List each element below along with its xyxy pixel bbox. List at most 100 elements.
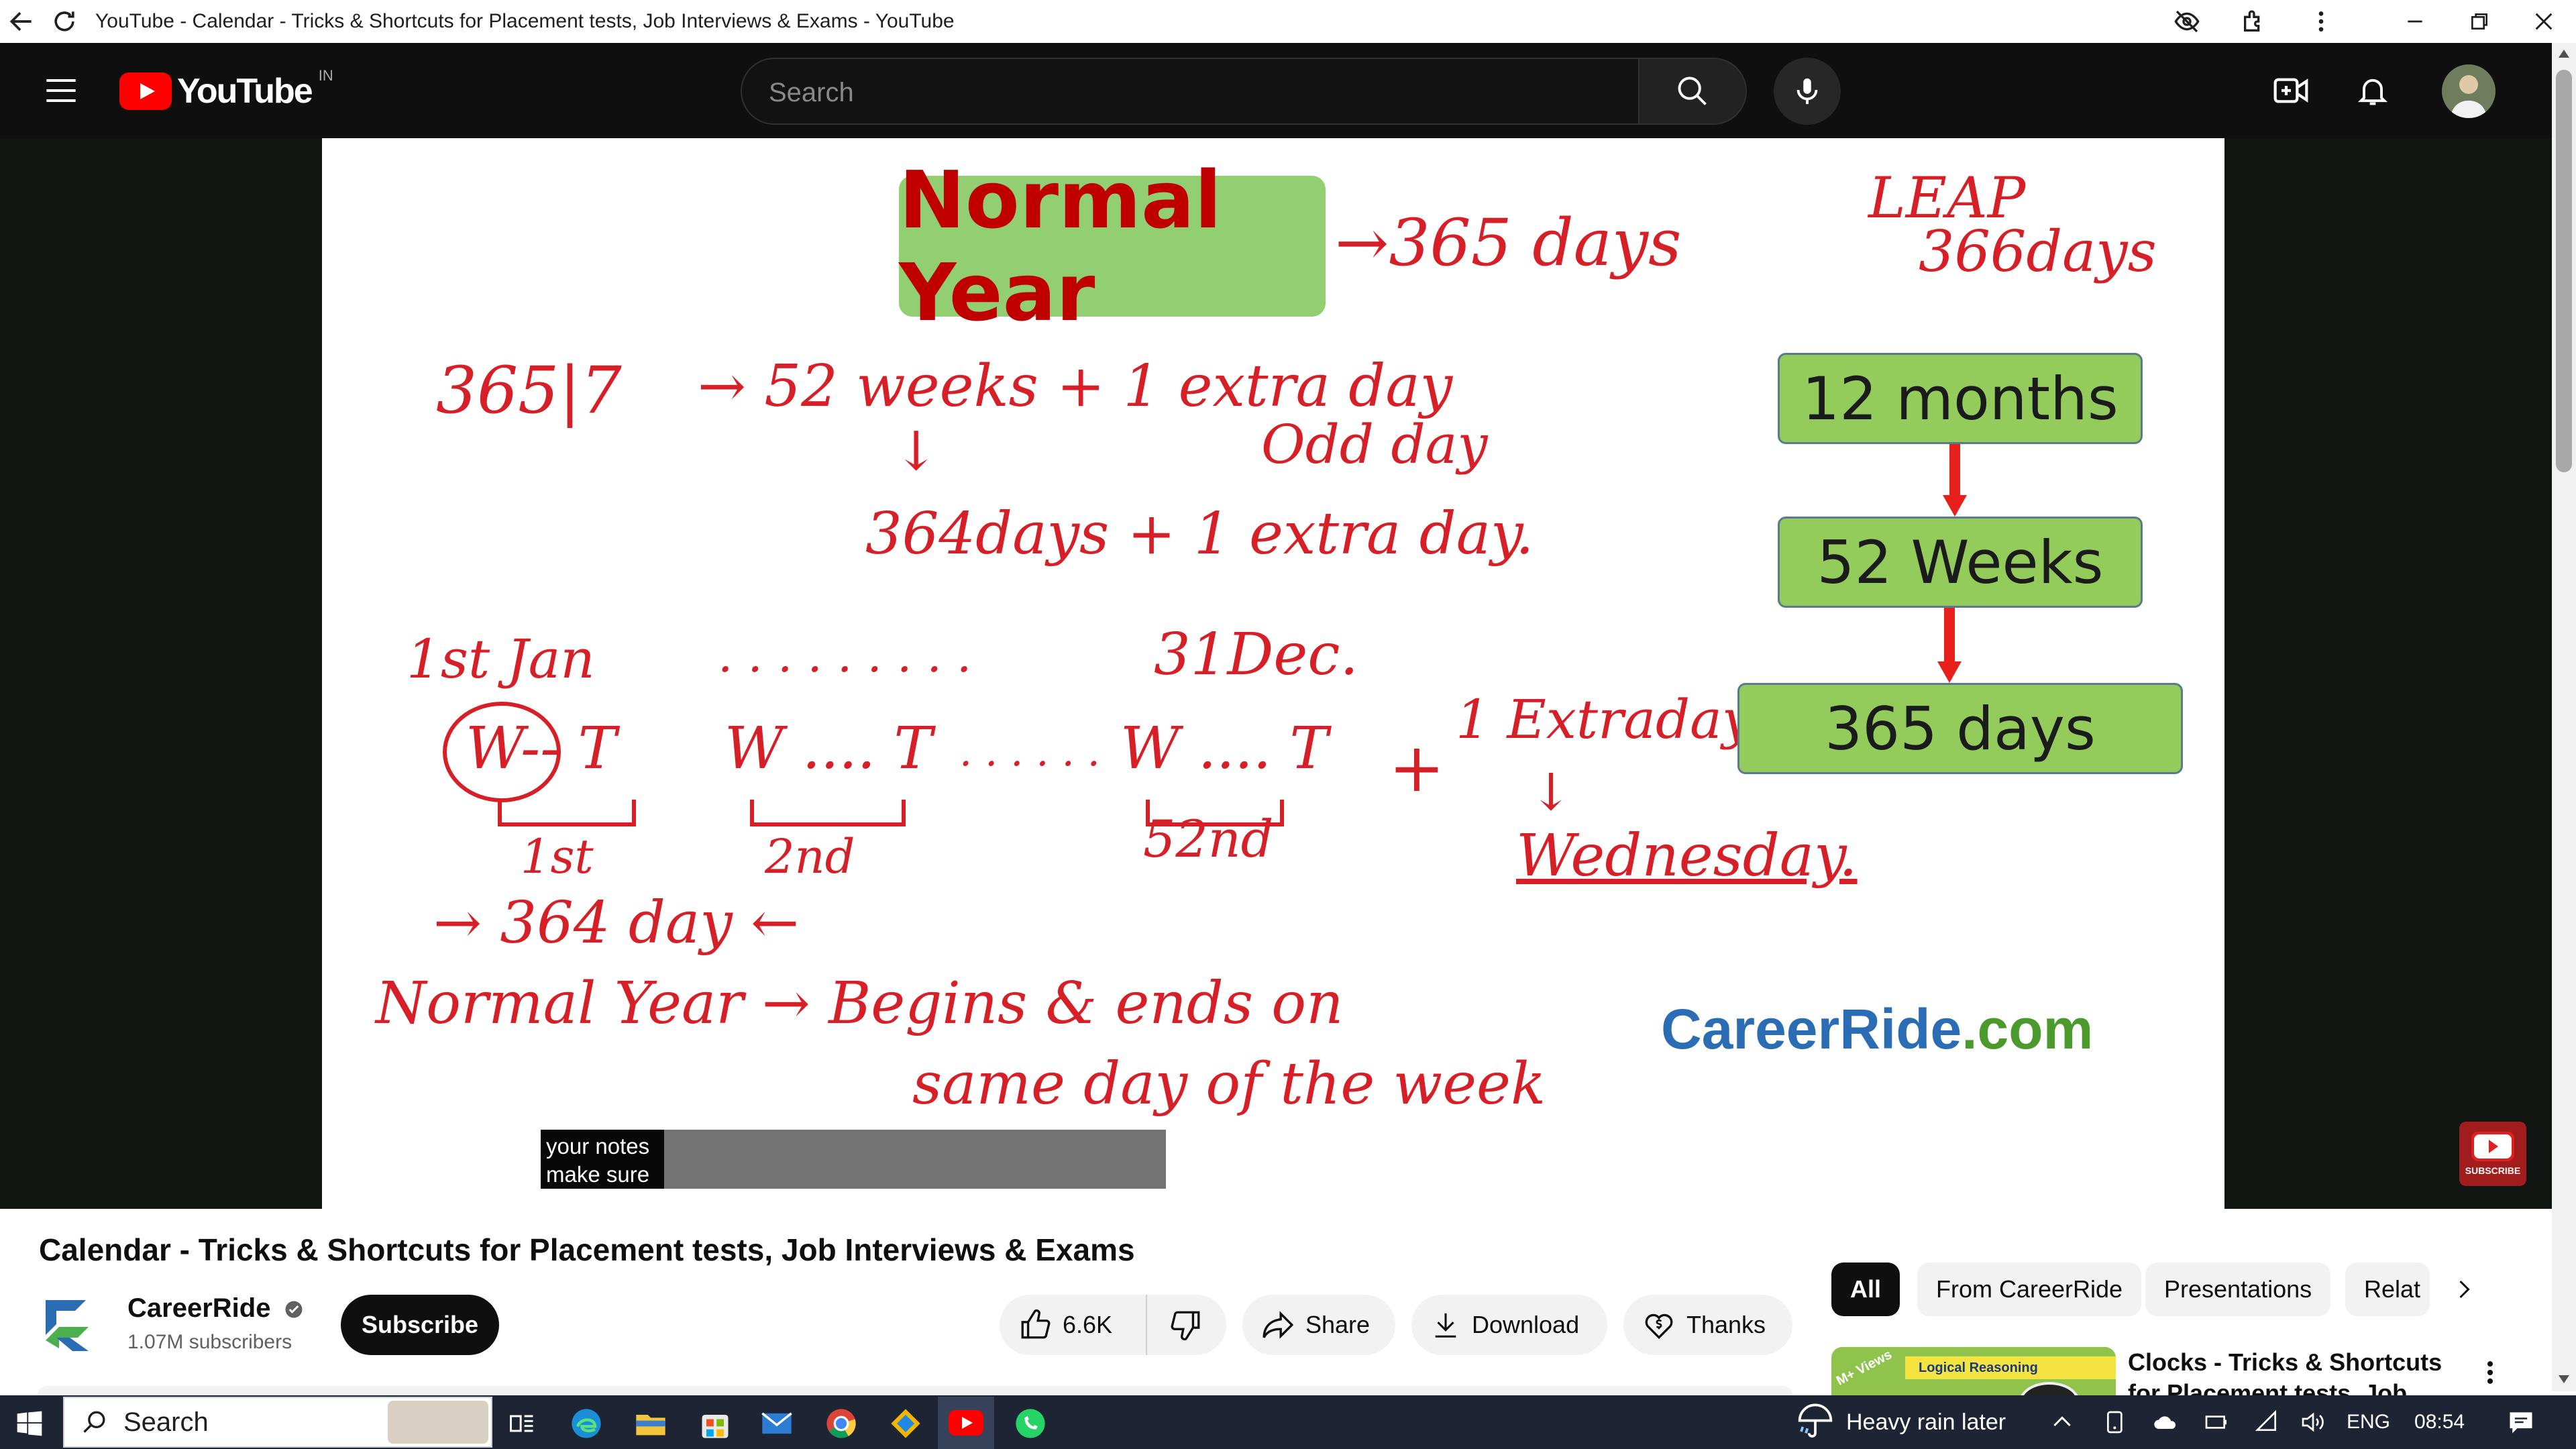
volume-icon[interactable]: [2298, 1409, 2328, 1436]
weeks-box-label: 52 Weeks: [1817, 527, 2104, 597]
input-language[interactable]: ENG: [2347, 1411, 2390, 1434]
back-icon[interactable]: [0, 0, 43, 43]
edge-browser-icon[interactable]: [569, 1406, 604, 1441]
eye-off-icon[interactable]: [2165, 0, 2208, 43]
share-icon: [1263, 1311, 1294, 1339]
taskbar-search-box[interactable]: Search: [63, 1397, 492, 1448]
store-icon[interactable]: [698, 1406, 733, 1441]
dots-note-2: . . . . . .: [959, 729, 1100, 775]
video-title: Calendar - Tricks & Shortcuts for Placem…: [39, 1232, 1135, 1267]
chips-next-button[interactable]: [2442, 1268, 2485, 1311]
week2-label: 2nd: [765, 829, 855, 884]
show-hidden-icons-chevron-icon[interactable]: [2049, 1409, 2076, 1436]
months-box: 12 months: [1778, 353, 2143, 444]
recommendation-thumbnail[interactable]: Logical Reasoning M+ Views: [1831, 1347, 2116, 1395]
window-title: YouTube - Calendar - Tricks & Shortcuts …: [95, 10, 955, 32]
subscriber-count: 1.07M subscribers: [127, 1331, 292, 1353]
months-box-label: 12 months: [1802, 364, 2118, 433]
share-label: Share: [1305, 1311, 1371, 1338]
chip-presentations[interactable]: Presentations: [2145, 1263, 2331, 1316]
recommendation-title[interactable]: Clocks - Tricks & Shortcuts for Placemen…: [2128, 1347, 2477, 1395]
extensions-icon[interactable]: [2233, 0, 2275, 43]
scrollbar-thumb[interactable]: [2556, 70, 2572, 472]
normal-year-title: Normal Year: [899, 154, 1222, 339]
device-icon[interactable]: [2102, 1409, 2129, 1436]
search-icon: [1678, 76, 1707, 105]
arrow-months-to-weeks: [1943, 444, 1967, 517]
search-icon: [83, 1411, 105, 1433]
dislike-button[interactable]: [1147, 1295, 1225, 1355]
chip-related[interactable]: Relat: [2345, 1263, 2430, 1316]
day-364-note: → 364 day ←: [433, 890, 800, 957]
weeks-extra-day-note: → 52 weeks + 1 extra day: [698, 353, 1453, 420]
clock-time[interactable]: 08:54: [2414, 1411, 2465, 1434]
file-explorer-icon[interactable]: [633, 1406, 668, 1441]
voice-search-button[interactable]: [1774, 58, 1841, 125]
subscribe-badge[interactable]: SUBSCRIBE: [2459, 1122, 2526, 1186]
notifications-bell-icon[interactable]: [2349, 67, 2396, 114]
search-input[interactable]: Search: [741, 58, 1640, 125]
window-title-bar: YouTube - Calendar - Tricks & Shortcuts …: [0, 0, 2576, 43]
thumbnail-banner: Logical Reasoning: [1905, 1356, 2116, 1379]
minimize-icon[interactable]: [2383, 0, 2447, 43]
hamburger-menu-icon[interactable]: [38, 67, 85, 114]
microphone-icon: [1796, 78, 1818, 105]
thanks-button[interactable]: Thanks: [1623, 1295, 1792, 1355]
thumbs-down-icon: [1171, 1311, 1200, 1341]
arrow-365-days-note: →365 days: [1335, 205, 1682, 280]
page-scrollbar[interactable]: [2552, 43, 2576, 1391]
days-box-label: 365 days: [1825, 694, 2096, 763]
channel-name-text: CareerRide: [127, 1293, 271, 1323]
bracket-week-1: [498, 800, 636, 826]
youtube-play-logo-icon: [119, 72, 172, 110]
notifications-center-icon[interactable]: [2506, 1407, 2536, 1437]
pinned-app-icon[interactable]: [888, 1406, 923, 1441]
chip-all[interactable]: All: [1831, 1263, 1900, 1316]
channel-avatar[interactable]: [38, 1292, 102, 1356]
youtube-logo-text: YouTube: [177, 72, 313, 111]
mail-icon[interactable]: [759, 1406, 794, 1441]
dec-31-note: 31Dec.: [1154, 621, 1358, 688]
weather-widget[interactable]: Heavy rain later: [1795, 1395, 2006, 1449]
restore-icon[interactable]: [2447, 0, 2512, 43]
channel-name[interactable]: CareerRide: [127, 1293, 304, 1324]
caption-line-1: your notes: [546, 1134, 650, 1159]
windows-logo-icon: [17, 1411, 42, 1436]
onedrive-cloud-icon[interactable]: [2151, 1409, 2180, 1436]
account-avatar[interactable]: [2442, 64, 2496, 118]
thumbnail-clock-icon: [2019, 1382, 2080, 1395]
like-button[interactable]: 6.6K: [1000, 1295, 1147, 1355]
whatsapp-icon[interactable]: [1013, 1406, 1048, 1441]
screen: YouTube - Calendar - Tricks & Shortcuts …: [0, 0, 2576, 1449]
create-video-icon[interactable]: [2267, 67, 2314, 114]
download-button[interactable]: Download: [1411, 1295, 1607, 1355]
search-button[interactable]: [1640, 58, 1747, 125]
video-player[interactable]: Normal Year →365 days LEAP 366days 365|7…: [0, 138, 2552, 1209]
youtube-taskbar-app-active[interactable]: [938, 1397, 994, 1449]
like-count: 6.6K: [1063, 1311, 1113, 1338]
download-label: Download: [1472, 1311, 1580, 1338]
recommendation-more-button[interactable]: [2475, 1352, 2505, 1393]
scroll-up-arrow-icon[interactable]: [2559, 50, 2569, 58]
scroll-down-arrow-icon[interactable]: [2559, 1375, 2569, 1383]
verified-badge-icon: [285, 1301, 303, 1318]
windows-start-button[interactable]: [9, 1403, 50, 1444]
youtube-app-icon: [949, 1410, 983, 1436]
chip-from-careerride[interactable]: From CareerRide: [1917, 1263, 2142, 1316]
battery-icon[interactable]: [2202, 1409, 2231, 1436]
subscribe-button[interactable]: Subscribe: [341, 1295, 499, 1355]
thumbnail-label: Logical Reasoning: [1919, 1360, 2038, 1375]
week1-days-note: W-- T: [466, 715, 616, 782]
wifi-icon[interactable]: [2253, 1409, 2282, 1436]
reload-icon[interactable]: [43, 0, 86, 43]
task-view-icon[interactable]: [504, 1406, 539, 1441]
weather-text: Heavy rain later: [1846, 1409, 2006, 1435]
more-menu-icon[interactable]: [2300, 0, 2343, 43]
youtube-logo[interactable]: YouTube IN: [119, 67, 333, 113]
close-icon[interactable]: [2512, 0, 2576, 43]
dots-note-1: . . . . . . . . .: [718, 628, 972, 683]
share-button[interactable]: Share: [1242, 1295, 1395, 1355]
arrow-weeks-to-days: [1937, 608, 1962, 683]
same-day-note: same day of the week: [912, 1051, 1546, 1118]
chrome-icon[interactable]: [824, 1406, 859, 1441]
